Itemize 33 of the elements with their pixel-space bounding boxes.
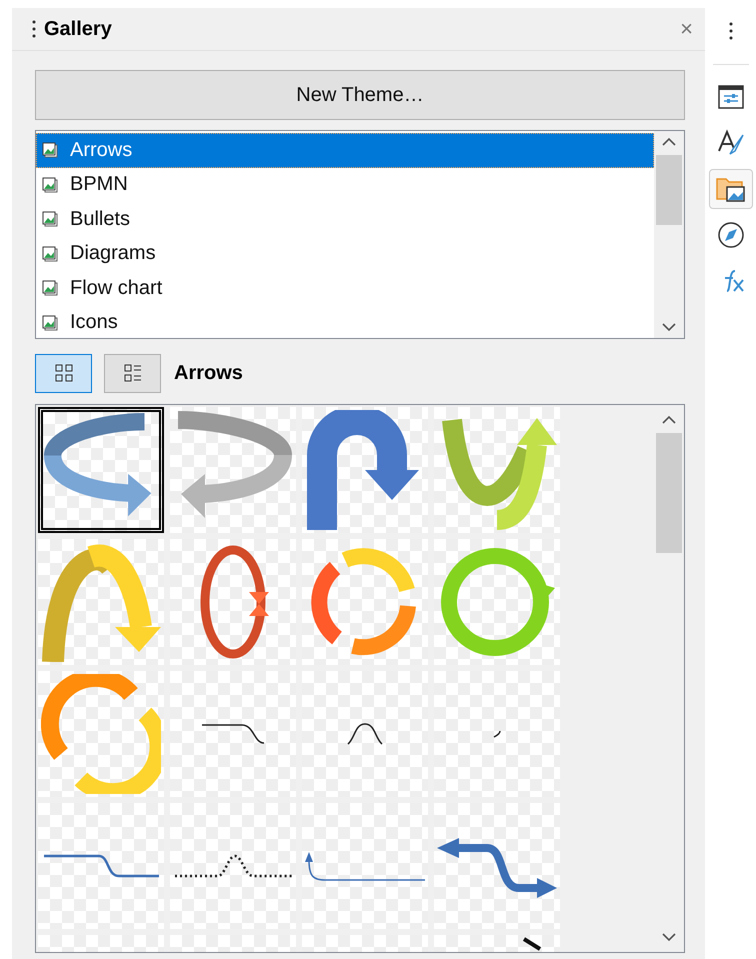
image-icon [42,246,58,262]
scroll-down-icon[interactable] [662,932,676,942]
icon-view-button[interactable] [35,354,92,392]
theme-item[interactable]: Icons [36,306,654,340]
theme-item[interactable]: Flow chart [36,271,654,306]
scroll-up-icon[interactable] [662,415,676,425]
image-icon [42,176,58,193]
new-theme-button[interactable]: New Theme… [35,70,685,120]
theme-item[interactable]: Diagrams [36,236,654,271]
theme-item[interactable]: Bullets [36,202,654,236]
theme-item[interactable]: BPMN [36,168,654,202]
gallery-tab[interactable] [708,169,752,209]
image-icon [42,280,58,296]
scrollbar[interactable] [654,131,684,338]
sliders-icon [716,83,744,111]
image-icon [42,314,58,331]
scroll-down-icon[interactable] [662,322,676,332]
current-theme-label: Arrows [174,362,243,384]
theme-item[interactable]: Arrows [36,133,654,168]
list-icon [122,363,142,383]
font-brush-icon [716,129,744,157]
panel-title: Gallery [44,18,113,40]
detail-view-button[interactable] [104,354,161,392]
scrollbar-thumb[interactable] [656,433,682,553]
menu-icon[interactable] [728,22,732,40]
drag-handle-icon[interactable] [32,20,36,38]
image-icon [42,142,58,158]
grid-icon [54,363,74,383]
compass-icon [716,221,744,249]
close-button[interactable]: × [678,16,695,42]
scroll-up-icon[interactable] [662,137,676,147]
image-icon [42,211,58,228]
scrollbar-thumb[interactable] [656,155,682,225]
